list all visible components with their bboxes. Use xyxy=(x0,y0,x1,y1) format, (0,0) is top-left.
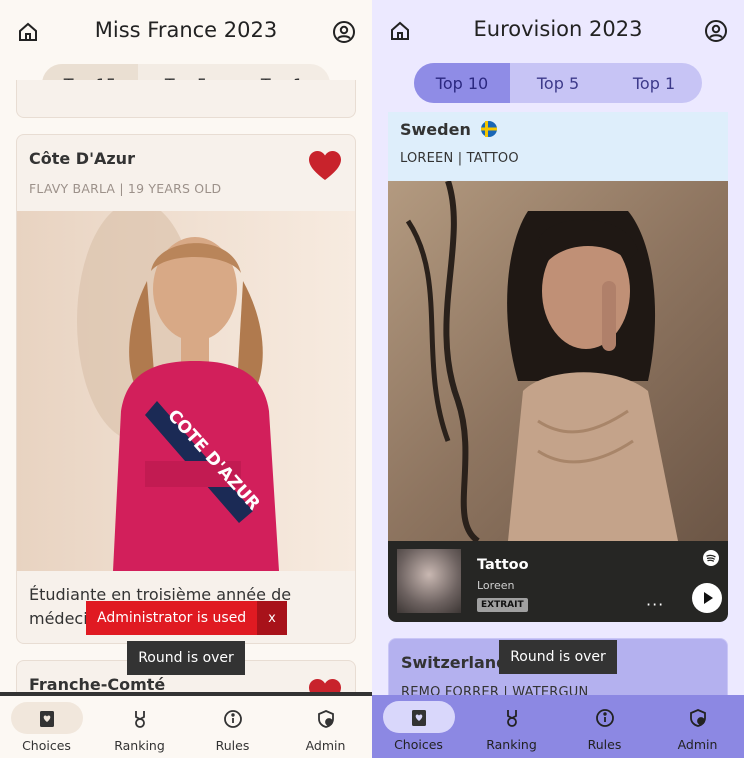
bottom-nav: Choices Ranking Rules Admin xyxy=(372,695,744,758)
tab-top-1[interactable]: Top 1 xyxy=(606,63,702,103)
nav-rules[interactable]: Rules xyxy=(558,695,651,758)
nav-ranking-label: Ranking xyxy=(114,738,165,753)
artist-photo xyxy=(388,181,728,541)
preview-badge: EXTRAIT xyxy=(477,598,528,612)
previous-card xyxy=(16,80,356,118)
page-title: Miss France 2023 xyxy=(94,18,278,42)
choices-icon xyxy=(39,711,54,727)
header: Miss France 2023 xyxy=(0,0,372,64)
bottom-nav: Choices Ranking Rules Admin xyxy=(0,692,372,758)
page-title: Eurovision 2023 xyxy=(473,17,643,41)
nav-rules[interactable]: Rules xyxy=(186,696,279,758)
country-name: Sweden xyxy=(400,120,498,139)
info-icon xyxy=(595,709,614,727)
song-title: Tattoo xyxy=(477,557,529,573)
admin-shield-icon xyxy=(689,709,706,727)
nav-admin[interactable]: Admin xyxy=(651,695,744,758)
eurovision-panel: Eurovision 2023 Top 10 Top 5 Top 1 Swede… xyxy=(372,0,744,758)
nav-admin[interactable]: Admin xyxy=(279,696,372,758)
nav-choices[interactable]: Choices xyxy=(0,696,93,758)
admin-toast-close-button[interactable]: x xyxy=(257,601,287,635)
info-icon xyxy=(223,710,242,728)
admin-shield-icon xyxy=(317,710,334,728)
country-card: Sweden LOREEN | TATTOO Tattoo Loreen EXT… xyxy=(388,112,728,622)
spotify-player: Tattoo Loreen EXTRAIT ··· xyxy=(388,541,728,622)
round-over-toast: Round is over xyxy=(127,641,245,675)
spotify-icon[interactable] xyxy=(703,550,719,566)
miss-france-panel: Miss France 2023 Top 15 Top 5 Top 1 Côte… xyxy=(0,0,372,758)
admin-toast: Administrator is used x xyxy=(86,601,287,635)
nav-choices[interactable]: Choices xyxy=(372,695,465,758)
candidate-photo: COTE D'AZUR xyxy=(17,211,355,571)
tab-top-10[interactable]: Top 10 xyxy=(414,63,510,103)
medal-icon xyxy=(506,710,517,727)
artist-song: LOREEN | TATTOO xyxy=(400,151,519,166)
play-icon[interactable] xyxy=(692,583,722,613)
account-icon[interactable] xyxy=(704,19,728,43)
round-over-toast: Round is over xyxy=(499,640,617,674)
nav-admin-label: Admin xyxy=(677,737,718,752)
nav-ranking[interactable]: Ranking xyxy=(93,696,186,758)
more-options-icon[interactable]: ··· xyxy=(646,595,664,614)
nav-ranking-label: Ranking xyxy=(486,737,537,752)
heart-icon[interactable] xyxy=(309,151,341,181)
nav-rules-label: Rules xyxy=(587,737,622,752)
candidate-region: Côte D'Azur xyxy=(29,149,135,168)
song-artist: Loreen xyxy=(477,579,515,592)
candidate-card: Côte D'Azur FLAVY BARLA | 19 YEARS OLD C… xyxy=(16,134,356,644)
round-tabs: Top 10 Top 5 Top 1 xyxy=(414,63,702,103)
candidate-details: FLAVY BARLA | 19 YEARS OLD xyxy=(29,181,222,196)
nav-ranking[interactable]: Ranking xyxy=(465,695,558,758)
country-name: Switzerland xyxy=(401,653,508,672)
nav-choices-label: Choices xyxy=(22,738,71,753)
admin-toast-message: Administrator is used xyxy=(97,610,247,626)
nav-choices-label: Choices xyxy=(394,737,443,752)
account-icon[interactable] xyxy=(332,20,356,44)
header: Eurovision 2023 xyxy=(372,0,744,64)
nav-admin-label: Admin xyxy=(305,738,346,753)
country-name-text: Sweden xyxy=(400,120,471,139)
sweden-flag-icon xyxy=(481,121,498,137)
nav-rules-label: Rules xyxy=(215,738,250,753)
tab-top-5[interactable]: Top 5 xyxy=(510,63,606,103)
choices-icon xyxy=(411,710,426,726)
medal-icon xyxy=(134,711,145,728)
album-art xyxy=(397,549,461,613)
